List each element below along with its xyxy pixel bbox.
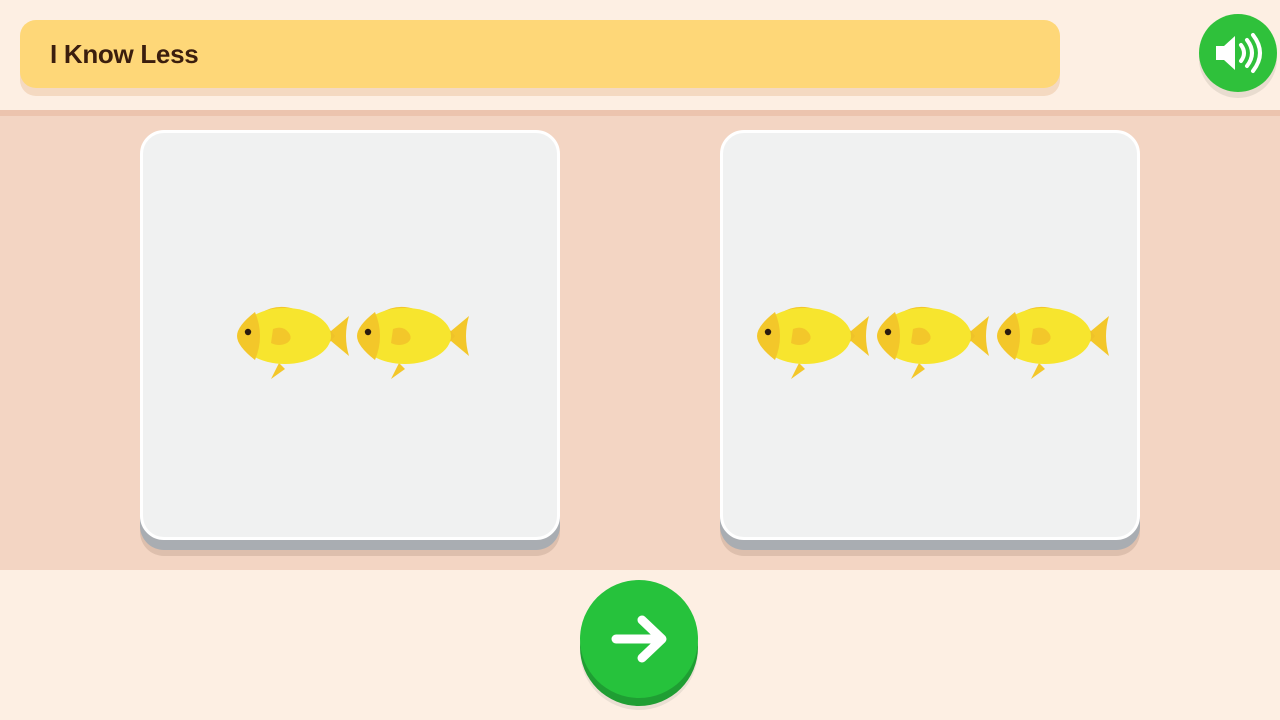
page-title: I Know Less: [50, 39, 199, 69]
top-bar: I Know Less: [0, 0, 1280, 110]
answer-card-right[interactable]: [720, 130, 1140, 540]
speaker-icon: [1216, 33, 1262, 73]
fish-icon: [225, 291, 355, 381]
fish-icon: [745, 291, 875, 381]
fish-icon: [985, 291, 1115, 381]
fish-icon: [345, 291, 475, 381]
fish-group-right: [723, 133, 1137, 537]
audio-button[interactable]: [1199, 14, 1277, 92]
arrow-right-icon: [611, 615, 667, 663]
title-banner: I Know Less: [20, 20, 1060, 88]
answer-card-left[interactable]: [140, 130, 560, 540]
next-button[interactable]: [580, 580, 698, 698]
fish-icon: [865, 291, 995, 381]
fish-group-left: [143, 133, 557, 537]
